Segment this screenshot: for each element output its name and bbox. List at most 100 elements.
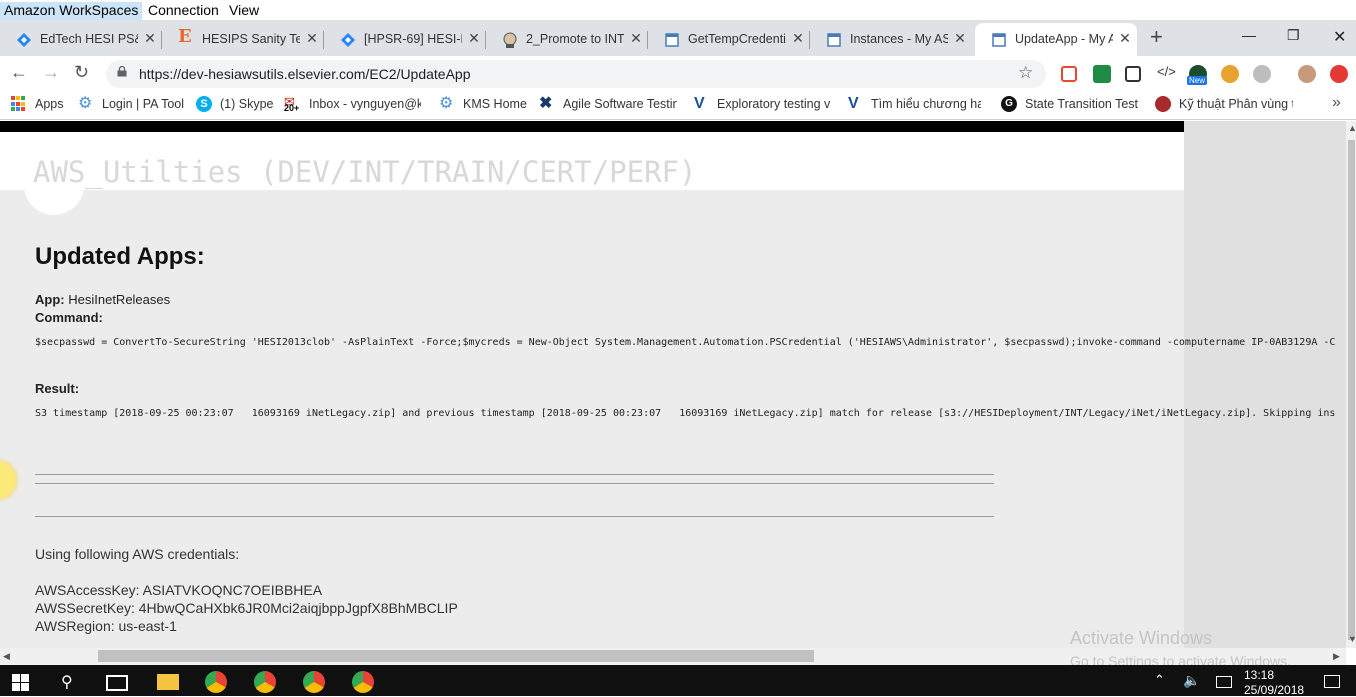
tab-get-temp-credentials[interactable]: GetTempCredentia ✕	[648, 23, 810, 56]
extension-code-icon[interactable]: </>	[1157, 64, 1176, 79]
bookmarks-overflow-icon[interactable]: »	[1332, 94, 1341, 112]
activate-windows-title: Activate Windows	[1070, 628, 1213, 648]
chrome-icon[interactable]	[303, 671, 325, 693]
extension-gear-icon[interactable]	[1253, 65, 1271, 83]
tab-title: HESIPS Sanity Test	[202, 32, 300, 46]
page-icon	[665, 33, 679, 47]
bookmark-tim-hieu[interactable]: Tìm hiểu chương hai	[871, 97, 981, 111]
tab-title: UpdateApp - My A	[1015, 32, 1113, 46]
tab-title: 2_Promote to INT	[526, 32, 624, 46]
jira-icon	[17, 33, 31, 47]
tab-update-app[interactable]: UpdateApp - My A ✕	[975, 23, 1137, 56]
profile-avatar[interactable]	[1298, 65, 1316, 83]
menu-view[interactable]: View	[225, 2, 263, 20]
cross-tools-icon: ✖	[539, 95, 553, 112]
close-icon[interactable]: ✕	[467, 30, 481, 47]
aws-access-key: AWSAccessKey: ASIATVKOQNC7OEIBBHEA	[35, 582, 323, 598]
clock-time[interactable]: 13:18	[1244, 668, 1274, 682]
yellow-circle-decoration	[0, 461, 16, 499]
menu-connection[interactable]: Connection	[144, 2, 223, 20]
g-logo-icon: G	[1001, 96, 1017, 112]
bookmark-skype[interactable]: (1) Skype	[220, 97, 274, 111]
page-heading: Updated Apps:	[35, 243, 205, 270]
network-icon[interactable]	[1216, 676, 1232, 688]
page-icon	[992, 33, 1006, 47]
apps-grid-icon[interactable]	[11, 96, 27, 112]
menu-amazon-workspaces[interactable]: Amazon WorkSpaces	[0, 2, 143, 20]
vertical-scroll-thumb[interactable]	[1348, 140, 1355, 640]
bookmark-kms-home[interactable]: KMS Home	[463, 97, 527, 111]
extension-color-icon[interactable]	[1221, 65, 1239, 83]
chrome-icon[interactable]	[352, 671, 374, 693]
scroll-left-arrow-icon[interactable]: ◀	[3, 651, 10, 662]
close-icon[interactable]: ✕	[143, 30, 157, 47]
bookmark-login-pa-tool[interactable]: Login | PA Tool	[102, 97, 184, 111]
file-explorer-icon[interactable]	[157, 674, 179, 690]
windows-start-icon[interactable]	[12, 674, 29, 691]
windows-taskbar	[0, 665, 1356, 696]
chevron-up-icon[interactable]: ⌃	[1154, 672, 1165, 688]
result-label: Result:	[35, 381, 80, 396]
bookmark-agile-software-testing[interactable]: Agile Software Testing	[563, 97, 677, 111]
aws-region: AWSRegion: us-east-1	[35, 618, 177, 634]
command-label: Command:	[35, 310, 103, 325]
site-title: AWS_Utilties (DEV/INT/TRAIN/CERT/PERF)	[33, 155, 697, 189]
skype-icon: S	[196, 96, 212, 112]
forward-arrow-icon[interactable]: →	[42, 62, 60, 82]
chrome-profile-icon[interactable]	[254, 671, 276, 693]
minimize-button[interactable]: —	[1242, 27, 1256, 43]
notification-icon[interactable]	[1324, 675, 1340, 688]
result-text: S3 timestamp [2018-09-25 00:23:07 160931…	[35, 408, 1336, 419]
tab-hpsr-69[interactable]: [HPSR-69] HESI-PS ✕	[324, 23, 486, 56]
volume-icon[interactable]: 🔈	[1183, 672, 1200, 689]
new-tab-button[interactable]: +	[1150, 26, 1163, 48]
command-text: $secpasswd = ConvertTo-SecureString 'HES…	[35, 337, 1336, 348]
bookmark-exploratory-testing[interactable]: Exploratory testing và	[717, 97, 830, 111]
app-value: HesiInetReleases	[68, 292, 171, 307]
bookmark-star-icon[interactable]: ☆	[1018, 63, 1033, 83]
horizontal-scroll-thumb[interactable]	[98, 650, 814, 662]
close-icon[interactable]: ✕	[305, 30, 319, 47]
tab-hesips-sanity[interactable]: E HESIPS Sanity Test ✕	[162, 23, 324, 56]
tab-title: EdTech HESI PS&R	[40, 32, 138, 46]
page-icon	[827, 33, 841, 47]
app-label: App:	[35, 292, 65, 307]
tab-promote-to-int[interactable]: 2_Promote to INT ✕	[486, 23, 648, 56]
scroll-down-arrow-icon[interactable]: ▼	[1348, 634, 1356, 644]
tab-title: [HPSR-69] HESI-PS	[364, 32, 462, 46]
divider-line	[35, 516, 994, 517]
close-icon[interactable]: ✕	[953, 30, 967, 47]
tab-edtech-hesi[interactable]: EdTech HESI PS&R ✕	[0, 23, 162, 56]
back-arrow-icon[interactable]: ←	[10, 62, 28, 82]
v-logo-icon: V	[848, 95, 859, 112]
extension-record-icon[interactable]	[1061, 66, 1077, 82]
clock-date[interactable]: 25/09/2018	[1244, 683, 1304, 697]
task-view-icon[interactable]	[106, 675, 128, 691]
restore-button[interactable]: ❐	[1287, 27, 1300, 44]
workspaces-menu-bar: Amazon WorkSpaces Connection View	[0, 0, 1356, 20]
bookmark-state-transition[interactable]: State Transition Testir	[1025, 97, 1138, 111]
close-icon[interactable]: ✕	[791, 30, 805, 47]
scroll-up-arrow-icon[interactable]: ▲	[1348, 123, 1356, 133]
search-icon[interactable]: ⚲	[61, 672, 73, 692]
lock-icon	[117, 66, 127, 77]
extension-excel-icon[interactable]	[1093, 65, 1111, 83]
inbox-count-badge: 20+	[284, 103, 300, 113]
close-icon[interactable]: ✕	[629, 30, 643, 47]
app-line: App: HesiInetReleases	[35, 292, 170, 307]
new-badge: New	[1187, 76, 1208, 85]
bookmark-apps[interactable]: Apps	[35, 97, 64, 111]
bookmark-inbox[interactable]: Inbox - vynguyen@k	[309, 97, 421, 111]
etsy-e-icon: E	[178, 26, 192, 47]
tab-title: Instances - My ASI	[850, 32, 948, 46]
extension-screenshot-icon[interactable]	[1125, 66, 1141, 82]
reload-icon[interactable]: ↻	[74, 62, 89, 82]
chrome-icon[interactable]	[205, 671, 227, 693]
close-icon[interactable]: ✕	[1118, 30, 1132, 47]
update-icon[interactable]	[1330, 65, 1348, 83]
window-close-button[interactable]: ✕	[1333, 27, 1346, 47]
bookmark-ky-thuat[interactable]: Kỹ thuật Phân vùng t	[1179, 97, 1293, 111]
scroll-right-arrow-icon[interactable]: ▶	[1333, 651, 1340, 662]
url-text[interactable]: https://dev-hesiawsutils.elsevier.com/EC…	[139, 66, 471, 82]
tab-instances[interactable]: Instances - My ASI ✕	[810, 23, 972, 56]
